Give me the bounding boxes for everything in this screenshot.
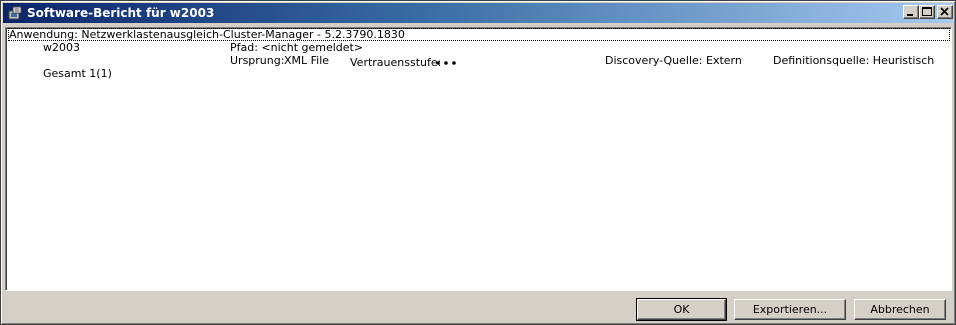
minimize-button[interactable] bbox=[903, 5, 919, 19]
application-header[interactable]: Anwendung: Netzwerklastenausgleich-Clust… bbox=[8, 28, 950, 41]
discovery-source: Discovery-Quelle: Extern bbox=[605, 54, 742, 67]
cancel-button[interactable]: Abbrechen bbox=[854, 299, 946, 320]
minimize-icon bbox=[907, 14, 913, 16]
maximize-icon bbox=[922, 7, 932, 16]
ok-button[interactable]: OK bbox=[636, 298, 727, 321]
trust-level-icon bbox=[436, 61, 456, 65]
trust-label: Vertrauensstufe: bbox=[350, 56, 442, 69]
title-bar[interactable]: Software-Bericht für w2003 bbox=[3, 3, 953, 23]
definition-source: Definitionsquelle: Heuristisch bbox=[773, 54, 935, 67]
origin-label: Ursprung: bbox=[230, 54, 285, 67]
window-title: Software-Bericht für w2003 bbox=[27, 6, 215, 20]
button-bar: OK Exportieren... Abbrechen bbox=[1, 293, 955, 324]
software-report-icon bbox=[7, 5, 23, 21]
trust-level-dots bbox=[435, 57, 459, 70]
computer-name: w2003 bbox=[43, 41, 80, 54]
close-button[interactable] bbox=[937, 5, 953, 19]
total-count: Gesamt 1(1) bbox=[43, 67, 112, 80]
report-panel[interactable]: Anwendung: Netzwerklastenausgleich-Clust… bbox=[5, 27, 952, 291]
close-icon bbox=[940, 7, 949, 16]
path-text: Pfad: <nicht gemeldet> bbox=[230, 41, 364, 54]
origin-value: XML File bbox=[284, 54, 330, 67]
export-button[interactable]: Exportieren... bbox=[734, 299, 846, 320]
maximize-button[interactable] bbox=[919, 5, 935, 19]
software-report-window: Software-Bericht für w2003 Anwendung: Ne… bbox=[0, 0, 956, 325]
